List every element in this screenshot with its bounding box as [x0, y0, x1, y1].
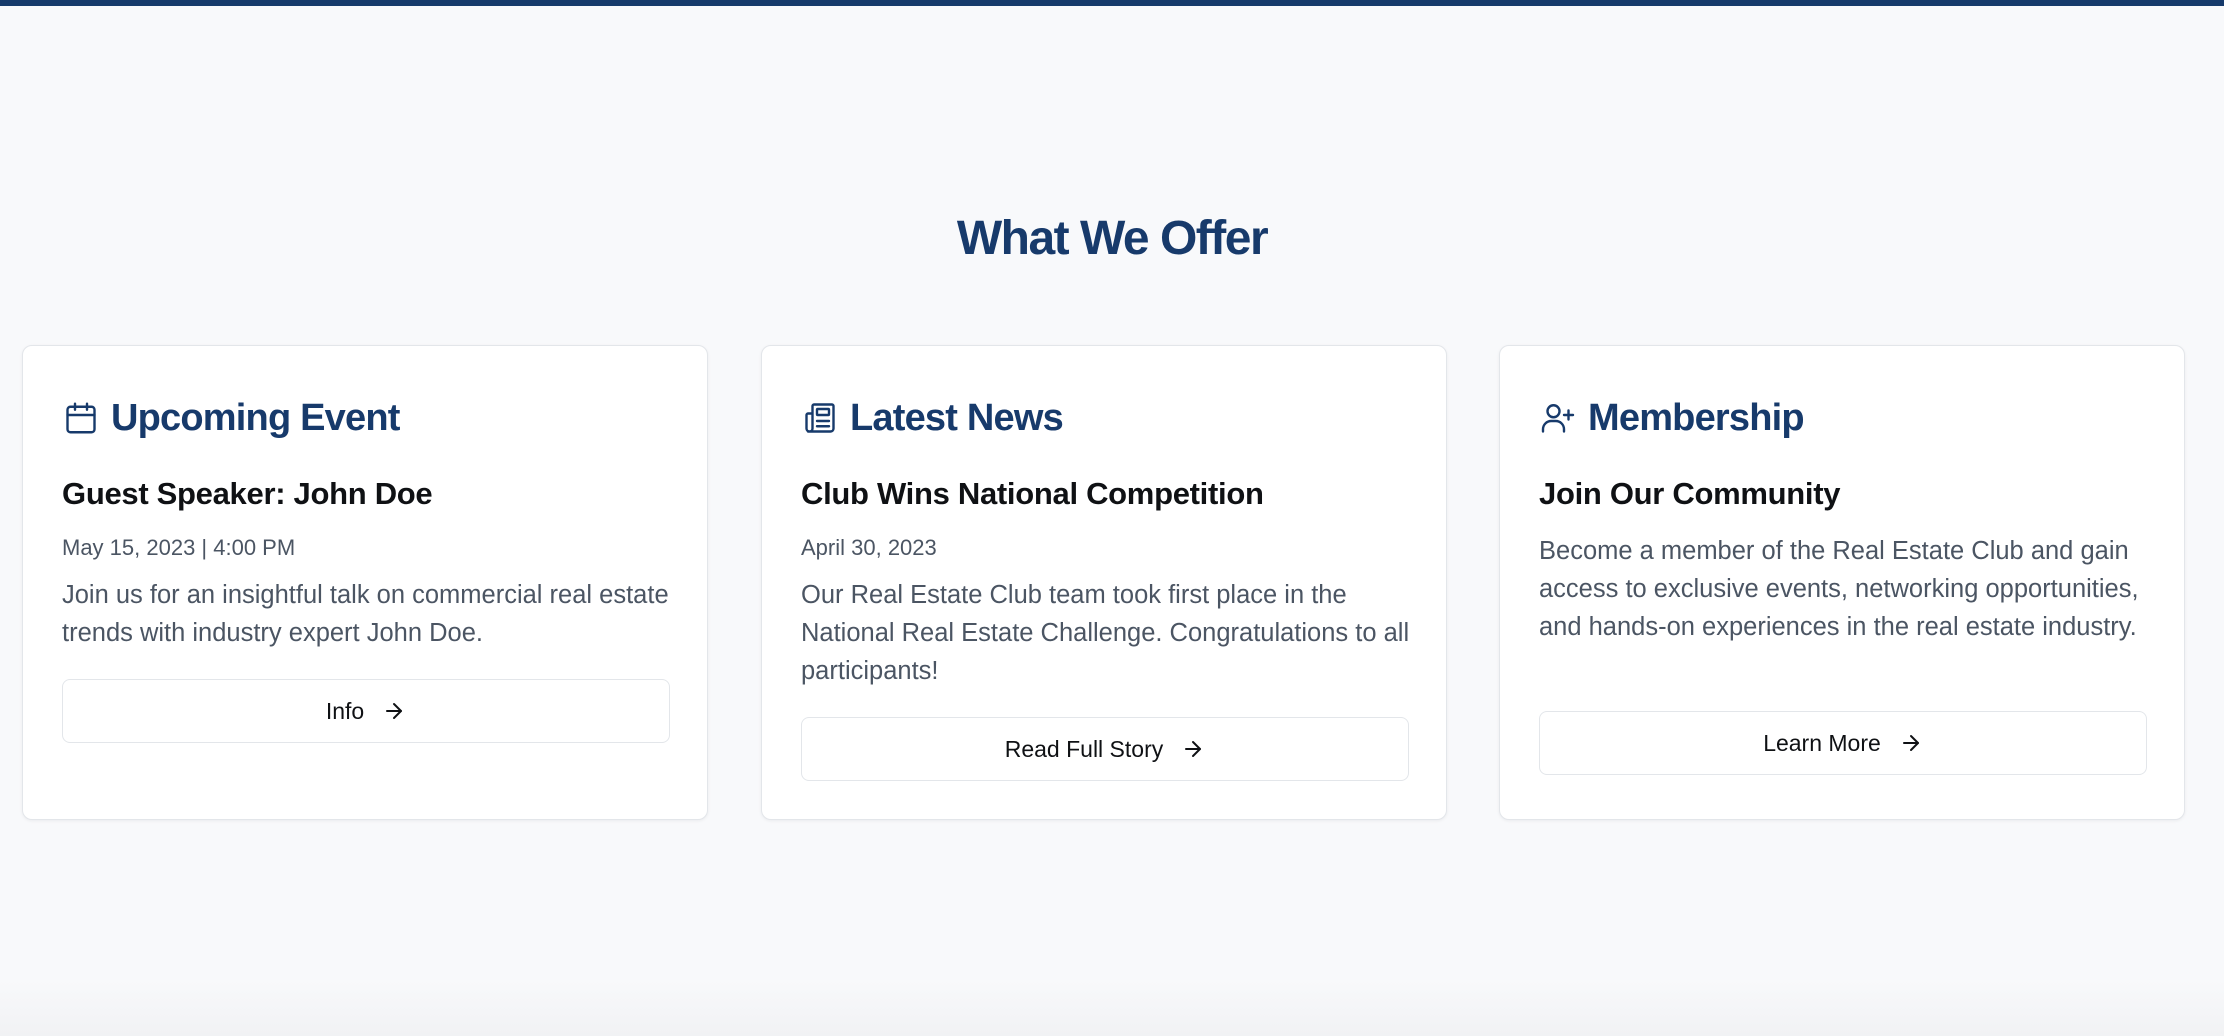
news-title: Club Wins National Competition: [801, 476, 1264, 511]
card-header: Membership: [1539, 388, 1805, 448]
footer-edge-shadow: [0, 980, 2224, 1036]
arrow-right-icon: [1181, 737, 1205, 761]
arrow-right-icon: [1899, 731, 1923, 755]
membership-card: Membership Join Our Community Become a m…: [1499, 345, 2185, 820]
event-description: Join us for an insightful talk on commer…: [62, 581, 669, 647]
membership-description: Become a member of the Real Estate Club …: [1539, 537, 2139, 641]
membership-title: Join Our Community: [1539, 476, 1841, 511]
newspaper-icon: [801, 399, 839, 437]
latest-news-card: Latest News Club Wins National Competiti…: [761, 345, 1447, 820]
user-plus-icon: [1539, 399, 1577, 437]
upcoming-event-card: Upcoming Event Guest Speaker: John Doe M…: [22, 345, 708, 820]
news-date: April 30, 2023: [801, 535, 937, 560]
card-title: Latest News: [850, 396, 1064, 439]
event-datetime: May 15, 2023 | 4:00 PM: [62, 535, 296, 560]
calendar-icon: [62, 399, 100, 437]
event-title: Guest Speaker: John Doe: [62, 476, 433, 511]
arrow-right-icon: [382, 699, 406, 723]
card-title: Upcoming Event: [111, 396, 400, 439]
read-full-story-button[interactable]: Read Full Story: [801, 717, 1409, 781]
card-header: Upcoming Event: [62, 388, 400, 448]
button-label: Read Full Story: [1004, 735, 1164, 762]
button-label: Info: [325, 697, 365, 724]
news-description: Our Real Estate Club team took first pla…: [801, 581, 1410, 685]
card-header: Latest News: [801, 388, 1064, 448]
info-button[interactable]: Info: [62, 679, 670, 743]
button-label: Learn More: [1763, 729, 1881, 756]
section-title: What We Offer: [956, 212, 1269, 265]
learn-more-button[interactable]: Learn More: [1539, 711, 2147, 775]
offer-section: What We Offer Upcoming Event Guest Speak…: [0, 0, 2224, 1036]
card-title: Membership: [1588, 396, 1805, 439]
